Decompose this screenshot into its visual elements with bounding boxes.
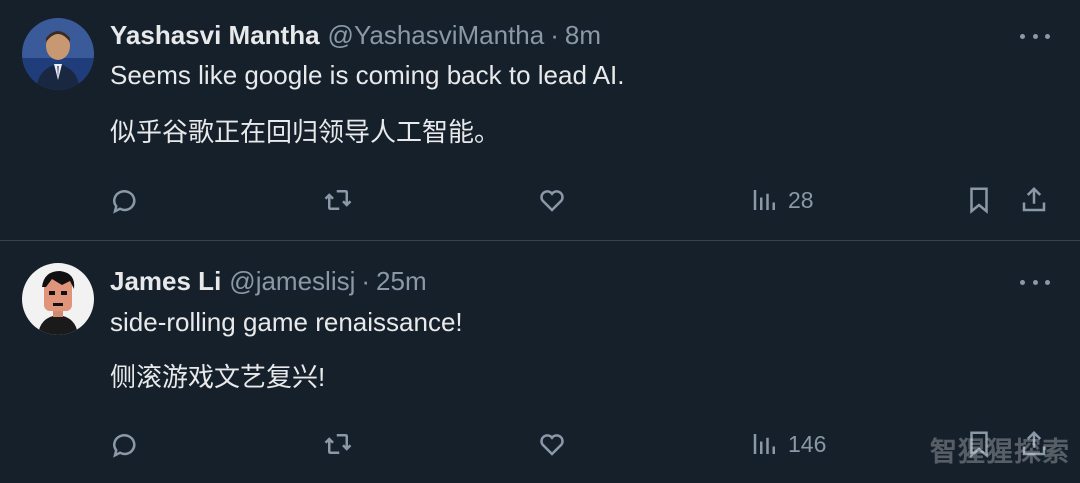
more-icon[interactable] bbox=[1020, 26, 1050, 46]
retweet-icon bbox=[324, 190, 352, 210]
separator-dot: · bbox=[550, 20, 559, 50]
avatar[interactable] bbox=[22, 18, 94, 90]
timestamp[interactable]: 8m bbox=[565, 20, 601, 51]
more-icon[interactable] bbox=[1020, 272, 1050, 292]
views-icon bbox=[753, 434, 775, 454]
like-icon bbox=[540, 434, 564, 456]
separator-dot: · bbox=[361, 266, 371, 296]
retweet-button[interactable] bbox=[323, 428, 353, 460]
tweet-text: side-rolling game renaissance! bbox=[110, 307, 463, 337]
tweet-text: Seems like google is coming back to lead… bbox=[110, 60, 625, 90]
views-button[interactable]: 28 bbox=[750, 184, 814, 216]
retweet-button[interactable] bbox=[323, 184, 353, 216]
action-bar: 28 bbox=[0, 180, 1080, 220]
like-icon bbox=[540, 190, 564, 212]
views-count: 28 bbox=[788, 186, 814, 213]
reply-icon bbox=[113, 434, 136, 458]
share-button[interactable] bbox=[1019, 184, 1049, 216]
author-name[interactable]: James Li bbox=[110, 266, 221, 297]
bookmark-icon bbox=[970, 187, 988, 214]
watermark: 智猩猩探索 bbox=[930, 437, 1070, 467]
views-icon bbox=[753, 190, 775, 210]
author-name[interactable]: Yashasvi Mantha bbox=[110, 20, 320, 51]
retweet-icon bbox=[324, 434, 352, 454]
tweet-text-translation: 似乎谷歌正在回归领导人工智能。 bbox=[110, 117, 501, 147]
avatar[interactable] bbox=[22, 263, 94, 335]
bookmark-button[interactable] bbox=[964, 184, 994, 216]
reply-button[interactable] bbox=[110, 428, 140, 460]
tweet-header: Yashasvi Mantha @YashasviMantha · 8m bbox=[110, 20, 601, 51]
tweet[interactable]: Yashasvi Mantha @YashasviMantha · 8m See… bbox=[0, 0, 1080, 241]
author-handle[interactable]: @YashasviMantha bbox=[328, 20, 545, 51]
tweet[interactable]: James Li @jameslisj · 25m side-rolling g… bbox=[0, 241, 1080, 483]
reply-button[interactable] bbox=[110, 184, 140, 216]
like-button[interactable] bbox=[537, 428, 567, 460]
share-icon bbox=[1022, 186, 1046, 212]
reply-icon bbox=[113, 190, 136, 214]
views-count: 146 bbox=[788, 430, 827, 457]
author-handle[interactable]: @jameslisj bbox=[229, 266, 355, 297]
tweet-text-translation: 侧滚游戏文艺复兴! bbox=[110, 362, 326, 392]
like-button[interactable] bbox=[537, 184, 567, 216]
tweet-header: James Li @jameslisj · 25m bbox=[110, 266, 427, 297]
timestamp[interactable]: 25m bbox=[376, 266, 427, 297]
action-bar: 146 bbox=[0, 424, 1080, 464]
views-button[interactable]: 146 bbox=[750, 428, 826, 460]
